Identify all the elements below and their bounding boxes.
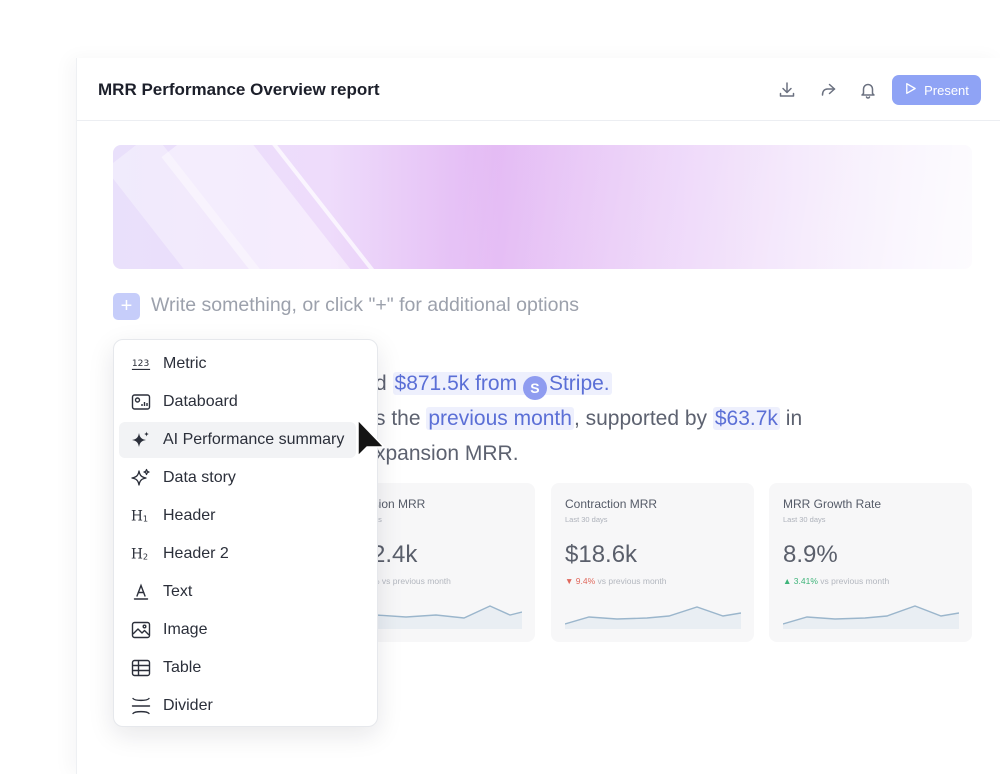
- menu-item-header[interactable]: H1 Header: [119, 498, 356, 534]
- summary-line-1: d $871.5k from S Stripe.: [375, 372, 612, 400]
- menu-item-metric[interactable]: 123 Metric: [119, 346, 356, 382]
- mrr-amount: $871.5k from S Stripe.: [392, 372, 612, 400]
- expansion-amount: $63.7k: [712, 407, 780, 430]
- insert-block-menu: 123 Metric Databoard AI Performance summ…: [113, 339, 378, 727]
- menu-item-label: Image: [163, 621, 208, 638]
- previous-month-highlight: previous month: [426, 407, 574, 430]
- card-change: ▲ 3.41% vs previous month: [783, 576, 890, 586]
- menu-item-label: Metric: [163, 355, 207, 372]
- menu-item-label: Data story: [163, 469, 236, 486]
- menu-item-label: Databoard: [163, 393, 238, 410]
- image-icon: [119, 620, 163, 640]
- present-label: Present: [924, 82, 969, 98]
- present-button[interactable]: Present: [892, 75, 981, 105]
- menu-item-table[interactable]: Table: [119, 650, 356, 686]
- summary-line-3: xpansion MRR.: [375, 442, 519, 465]
- menu-item-ai-performance-summary[interactable]: AI Performance summary: [119, 422, 356, 458]
- report-header: MRR Performance Overview report Present: [77, 58, 1000, 121]
- menu-item-label: Table: [163, 659, 202, 676]
- download-icon[interactable]: [777, 80, 797, 100]
- metric-card-growth-rate[interactable]: MRR Growth Rate Last 30 days 8.9% ▲ 3.41…: [769, 483, 972, 642]
- menu-item-label: Header 2: [163, 545, 229, 562]
- svg-text:H: H: [131, 509, 143, 525]
- stripe-icon: S: [522, 376, 547, 400]
- app-stage: MRR Performance Overview report Present …: [0, 0, 1000, 774]
- sparkle-icon: [119, 430, 163, 450]
- card-value: $18.6k: [565, 541, 638, 568]
- svg-text:1: 1: [143, 513, 148, 523]
- add-block-button[interactable]: +: [113, 293, 140, 320]
- sparkle-icon: [119, 468, 163, 488]
- editor-placeholder[interactable]: Write something, or click "+" for additi…: [151, 294, 579, 317]
- play-icon: [904, 82, 917, 98]
- heading-1-icon: H1: [119, 506, 163, 526]
- page-title: MRR Performance Overview report: [98, 80, 380, 99]
- menu-item-label: AI Performance summary: [163, 431, 345, 448]
- menu-item-label: Divider: [163, 697, 213, 714]
- card-change: ▼ 9.4% vs previous month: [565, 576, 667, 586]
- cover-banner: [113, 145, 972, 269]
- summary-text: in: [779, 407, 803, 430]
- card-value: 2.4k: [372, 541, 418, 568]
- divider-icon: [119, 696, 163, 716]
- menu-item-divider[interactable]: Divider: [119, 688, 356, 724]
- svg-text:H: H: [131, 547, 143, 563]
- card-subtitle: Last 30 days: [783, 515, 826, 524]
- menu-item-header-2[interactable]: H2 Header 2: [119, 536, 356, 572]
- metric-card-contraction[interactable]: Contraction MRR Last 30 days $18.6k ▼ 9.…: [551, 483, 754, 642]
- bell-icon[interactable]: [858, 80, 878, 100]
- summary-line-2: s the previous month, supported by $63.7…: [375, 407, 802, 431]
- svg-text:123: 123: [132, 359, 150, 369]
- summary-text: , supported by: [573, 407, 713, 430]
- text-icon: [119, 582, 163, 602]
- menu-item-label: Header: [163, 507, 216, 524]
- card-change: % vs previous month: [372, 576, 451, 586]
- metric-icon: 123: [119, 354, 163, 374]
- menu-item-databoard[interactable]: Databoard: [119, 384, 356, 420]
- menu-item-text[interactable]: Text: [119, 574, 356, 610]
- card-value: 8.9%: [783, 541, 838, 568]
- card-subtitle: Last 30 days: [565, 515, 608, 524]
- databoard-icon: [119, 392, 163, 412]
- mouse-cursor-icon: [357, 419, 385, 457]
- sparkline: [565, 606, 741, 629]
- share-icon[interactable]: [818, 80, 838, 100]
- card-title: Contraction MRR: [565, 497, 658, 511]
- table-icon: [119, 658, 163, 678]
- menu-item-data-story[interactable]: Data story: [119, 460, 356, 496]
- menu-item-image[interactable]: Image: [119, 612, 356, 648]
- card-title: MRR Growth Rate: [783, 497, 882, 511]
- heading-2-icon: H2: [119, 544, 163, 564]
- menu-item-label: Text: [163, 583, 193, 600]
- svg-text:2: 2: [143, 551, 148, 561]
- sparkline: [783, 605, 959, 629]
